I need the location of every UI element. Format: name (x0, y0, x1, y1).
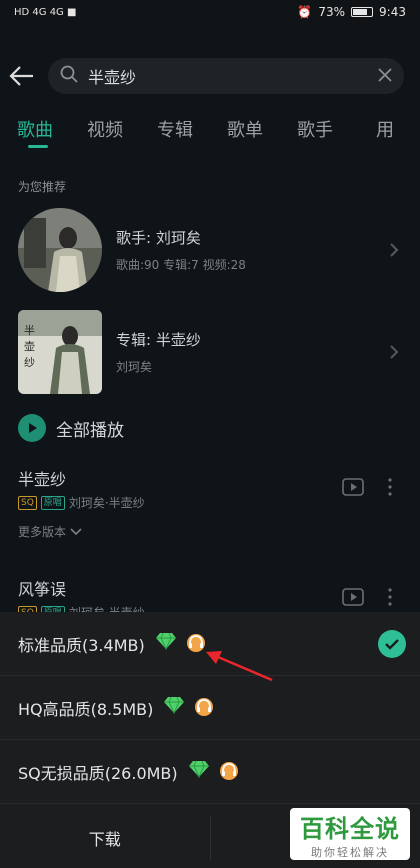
annotation-arrow (206, 651, 273, 682)
watermark-logo: 百科全说 助你轻松解决 (290, 808, 410, 860)
watermark-title: 百科全说 (300, 814, 400, 843)
watermark-subtitle: 助你轻松解决 (311, 845, 389, 859)
